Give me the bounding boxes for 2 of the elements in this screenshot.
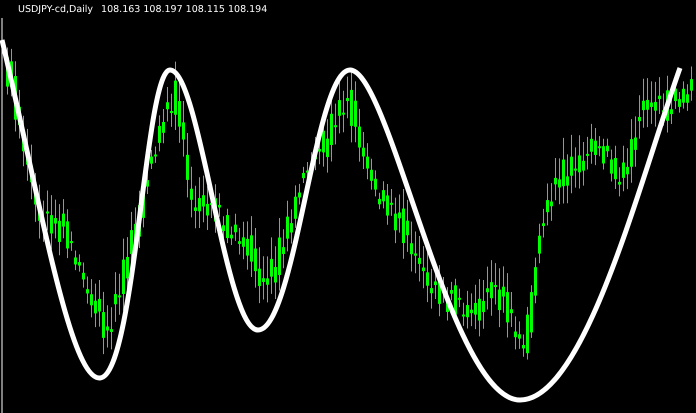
price-quotes: 108.163 108.197 108.115 108.194 (101, 4, 268, 15)
symbol-label: USDJPY-cd,Daily (18, 4, 94, 15)
